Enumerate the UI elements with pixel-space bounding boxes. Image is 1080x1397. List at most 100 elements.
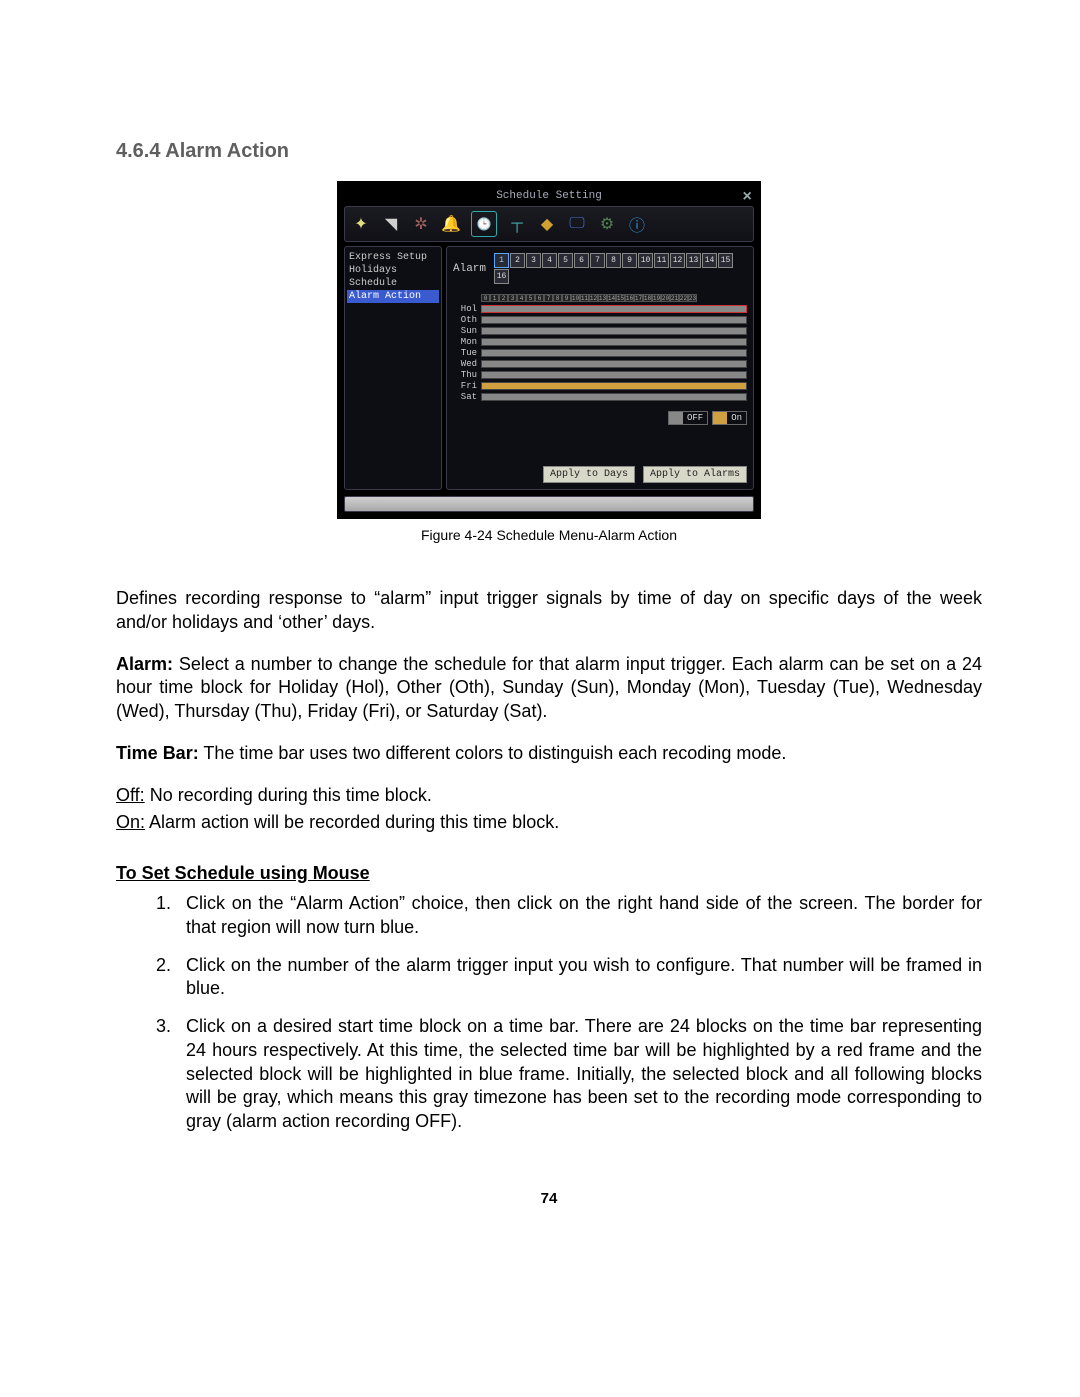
window-titlebar: Schedule Setting × bbox=[344, 188, 754, 206]
day-row: Sun bbox=[453, 326, 747, 336]
day-label: Thu bbox=[453, 370, 477, 380]
system-icon[interactable]: ⚙ bbox=[597, 214, 617, 234]
day-label: Sat bbox=[453, 392, 477, 402]
alarm-number[interactable]: 15 bbox=[718, 253, 733, 268]
hour-header-cell: 3 bbox=[508, 294, 517, 302]
sidebar-item[interactable]: Holidays bbox=[347, 264, 439, 277]
section-heading: 4.6.4 Alarm Action bbox=[116, 140, 982, 163]
step-item: Click on a desired start time block on a… bbox=[176, 1015, 982, 1134]
alarm-paragraph: Alarm: Select a number to change the sch… bbox=[116, 653, 982, 724]
apply-to-alarms-button[interactable]: Apply to Alarms bbox=[643, 466, 747, 483]
off-underline: Off: bbox=[116, 785, 145, 805]
apply-to-days-button[interactable]: Apply to Days bbox=[543, 466, 635, 483]
hour-header-cell: 10 bbox=[571, 294, 580, 302]
sidebar: Express SetupHolidaysScheduleAlarm Actio… bbox=[344, 246, 442, 490]
day-label: Mon bbox=[453, 337, 477, 347]
main-panel[interactable]: Alarm 12345678910111213141516 0123456789… bbox=[446, 246, 754, 490]
camera-icon[interactable]: ◥ bbox=[381, 214, 401, 234]
alarm-number-row: 12345678910111213141516 bbox=[494, 253, 747, 284]
hour-header-cell: 7 bbox=[544, 294, 553, 302]
hour-header-cell: 4 bbox=[517, 294, 526, 302]
page-number: 74 bbox=[116, 1190, 982, 1207]
day-label: Hol bbox=[453, 304, 477, 314]
hour-header-cell: 19 bbox=[652, 294, 661, 302]
day-timebar[interactable] bbox=[481, 382, 747, 390]
alarm-number[interactable]: 10 bbox=[638, 253, 653, 268]
wizard-icon[interactable]: ✦ bbox=[351, 214, 371, 234]
day-row: Thu bbox=[453, 370, 747, 380]
network-icon[interactable]: ┬ bbox=[507, 214, 527, 234]
off-line: Off: No recording during this time block… bbox=[116, 784, 982, 808]
day-row: Mon bbox=[453, 337, 747, 347]
hour-header-cell: 0 bbox=[481, 294, 490, 302]
info-icon[interactable]: ⓘ bbox=[627, 214, 647, 234]
hour-header-cell: 21 bbox=[670, 294, 679, 302]
figure-caption: Figure 4-24 Schedule Menu-Alarm Action bbox=[116, 527, 982, 543]
alarm-number[interactable]: 11 bbox=[654, 253, 669, 268]
day-label: Tue bbox=[453, 348, 477, 358]
sidebar-item[interactable]: Alarm Action bbox=[347, 290, 439, 303]
legend-on: On bbox=[712, 411, 747, 425]
subheading: To Set Schedule using Mouse bbox=[116, 863, 982, 884]
alarm-number[interactable]: 9 bbox=[622, 253, 637, 268]
alarm-number[interactable]: 6 bbox=[574, 253, 589, 268]
day-timebar[interactable] bbox=[481, 371, 747, 379]
on-underline: On: bbox=[116, 812, 145, 832]
display-icon[interactable]: 🖵 bbox=[567, 214, 587, 234]
hour-header-cell: 18 bbox=[643, 294, 652, 302]
day-timebar[interactable] bbox=[481, 393, 747, 401]
schedule-screenshot: Schedule Setting × ✦ ◥ ✲ 🔔 🕒 ┬ ◆ 🖵 ⚙ ⓘ E… bbox=[337, 181, 761, 519]
legend: OFF On bbox=[453, 411, 747, 425]
hour-header-cell: 1 bbox=[490, 294, 499, 302]
hour-header-cell: 16 bbox=[625, 294, 634, 302]
step-item: Click on the “Alarm Action” choice, then… bbox=[176, 892, 982, 940]
schedule-icon[interactable]: 🕒 bbox=[471, 211, 497, 237]
hour-header-cell: 2 bbox=[499, 294, 508, 302]
steps-list: Click on the “Alarm Action” choice, then… bbox=[116, 892, 982, 1134]
alarm-number[interactable]: 1 bbox=[494, 253, 509, 268]
alarm-number[interactable]: 2 bbox=[510, 253, 525, 268]
legend-off: OFF bbox=[668, 411, 708, 425]
window-footer bbox=[344, 496, 754, 512]
alarm-number[interactable]: 8 bbox=[606, 253, 621, 268]
alarm-number[interactable]: 13 bbox=[686, 253, 701, 268]
alarm-number[interactable]: 7 bbox=[590, 253, 605, 268]
day-label: Fri bbox=[453, 381, 477, 391]
alarm-number[interactable]: 16 bbox=[494, 269, 509, 284]
intro-paragraph: Defines recording response to “alarm” in… bbox=[116, 587, 982, 635]
hour-header-cell: 13 bbox=[598, 294, 607, 302]
alarm-number[interactable]: 5 bbox=[558, 253, 573, 268]
day-row: Sat bbox=[453, 392, 747, 402]
day-row: Oth bbox=[453, 315, 747, 325]
day-timebar[interactable] bbox=[481, 360, 747, 368]
day-timebar[interactable] bbox=[481, 305, 747, 313]
hour-header-cell: 12 bbox=[589, 294, 598, 302]
alarm-icon[interactable]: 🔔 bbox=[441, 214, 461, 234]
alarm-number[interactable]: 4 bbox=[542, 253, 557, 268]
sidebar-item[interactable]: Express Setup bbox=[347, 251, 439, 264]
timebar-bold-label: Time Bar: bbox=[116, 743, 199, 763]
day-row: Wed bbox=[453, 359, 747, 369]
day-label: Oth bbox=[453, 315, 477, 325]
hour-header-cell: 23 bbox=[688, 294, 697, 302]
step-item: Click on the number of the alarm trigger… bbox=[176, 954, 982, 1002]
window-title: Schedule Setting bbox=[496, 190, 602, 202]
day-timebar[interactable] bbox=[481, 338, 747, 346]
day-timebar[interactable] bbox=[481, 316, 747, 324]
hour-header-cell: 8 bbox=[553, 294, 562, 302]
day-label: Wed bbox=[453, 359, 477, 369]
alarm-number[interactable]: 14 bbox=[702, 253, 717, 268]
record-icon[interactable]: ✲ bbox=[411, 214, 431, 234]
day-timebar[interactable] bbox=[481, 327, 747, 335]
alarm-number[interactable]: 12 bbox=[670, 253, 685, 268]
timebar-paragraph: Time Bar: The time bar uses two differen… bbox=[116, 742, 982, 766]
disk-icon[interactable]: ◆ bbox=[537, 214, 557, 234]
sidebar-item[interactable]: Schedule bbox=[347, 277, 439, 290]
day-timebar[interactable] bbox=[481, 349, 747, 357]
day-row: Hol bbox=[453, 304, 747, 314]
hour-header-cell: 9 bbox=[562, 294, 571, 302]
hour-header-cell: 11 bbox=[580, 294, 589, 302]
alarm-number[interactable]: 3 bbox=[526, 253, 541, 268]
on-line: On: Alarm action will be recorded during… bbox=[116, 811, 982, 835]
close-icon[interactable]: × bbox=[742, 188, 752, 206]
